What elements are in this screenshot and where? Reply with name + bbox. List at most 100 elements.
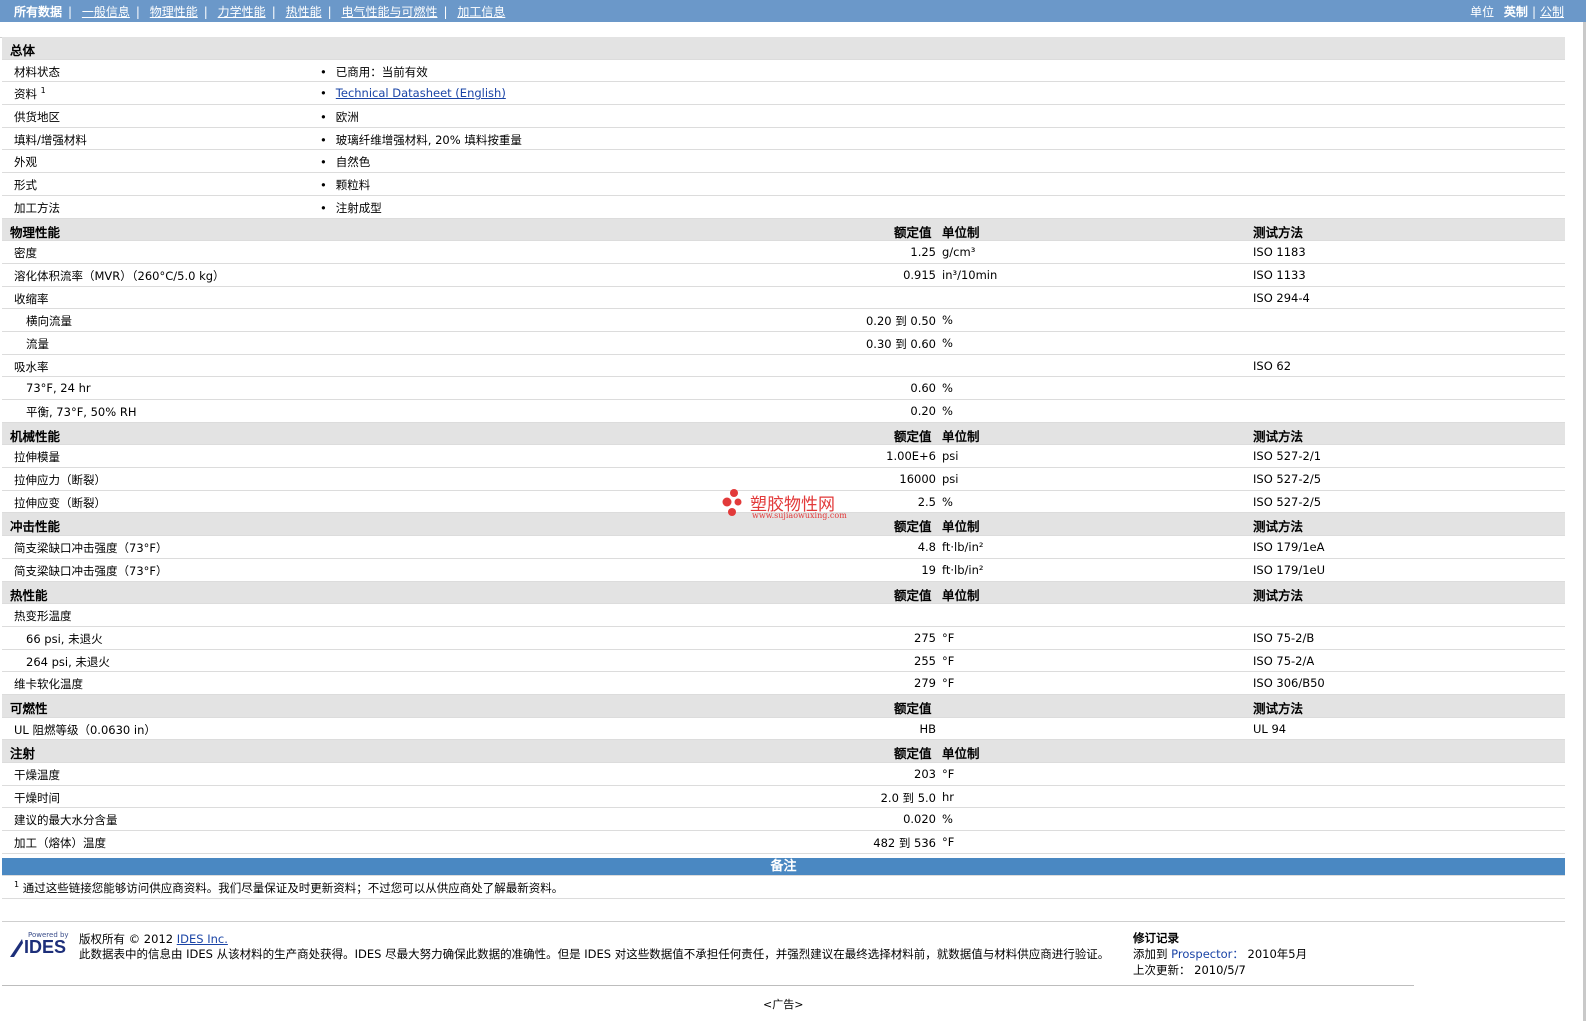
property-name: 干燥温度 — [14, 767, 60, 783]
ides-logo[interactable]: Powered by IDES — [8, 931, 70, 959]
datasheet-link[interactable]: Technical Datasheet (English) — [336, 86, 506, 100]
unit-value: psi — [942, 449, 959, 464]
table-row: 收缩率 ISO 294-4 — [2, 287, 1565, 310]
notes-header: 备注 — [2, 858, 1565, 875]
property-name-text: 加工方法 — [14, 200, 60, 215]
nominal-value: 0.020 — [903, 812, 936, 827]
ad-label: <广告> — [763, 998, 804, 1011]
footnote-marker: 1 — [40, 86, 46, 96]
property-name: 材料状态 — [14, 64, 60, 80]
section-header-general: 总体 — [2, 37, 1565, 60]
nav-processing[interactable]: 加工信息 — [457, 5, 505, 19]
nominal-value: 4.8 — [917, 540, 936, 555]
nav-electrical-flammability[interactable]: 电气性能与可燃性 — [341, 5, 437, 19]
unit-value: g/cm³ — [942, 245, 976, 260]
revision-added-label: 添加到 — [1133, 947, 1168, 961]
property-name-text: 建议的最大水分含量 — [14, 813, 118, 828]
property-name-text: 形式 — [14, 178, 37, 193]
property-name: 加工（熔体）温度 — [14, 835, 106, 851]
property-name-text: 外观 — [14, 155, 37, 170]
property-name-text: 材料状态 — [14, 64, 60, 79]
test-method: ISO 527-2/1 — [1253, 449, 1322, 464]
unit-metric[interactable]: 公制 — [1540, 5, 1564, 19]
revision-updated: 上次更新： 2010/5/7 — [1133, 962, 1246, 978]
unit-switcher: 单位 英制 | 公制 — [1470, 3, 1564, 20]
column-header-unit: 单位制 — [942, 746, 980, 762]
nominal-value: 2.5 — [917, 494, 936, 509]
table-row: 填料/增强材料 玻璃纤维增强材料, 20% 填料按重量 — [2, 128, 1565, 151]
test-method: ISO 294-4 — [1253, 290, 1310, 305]
unit-value: °F — [942, 767, 955, 781]
nav-physical[interactable]: 物理性能 — [150, 5, 198, 19]
revision-added-date: 2010年5月 — [1247, 947, 1308, 961]
section-title: 热性能 — [10, 587, 48, 603]
section-title: 可燃性 — [10, 700, 48, 716]
unit-label: 单位 — [1470, 5, 1495, 19]
table-row: 干燥温度 203 °F — [2, 763, 1565, 786]
table-row: 热变形温度 — [2, 604, 1565, 627]
logo-swoosh-icon — [10, 939, 23, 957]
property-name-text: 收缩率 — [14, 291, 49, 306]
column-header-value: 额定值 — [894, 224, 932, 240]
property-name: 73°F, 24 hr — [26, 381, 91, 395]
unit-value: °F — [942, 653, 955, 668]
unit-value: % — [942, 494, 953, 509]
property-name: 拉伸应变（断裂） — [14, 495, 106, 511]
nav-general-info[interactable]: 一般信息 — [82, 5, 130, 19]
table-row: 加工方法 注射成型 — [2, 196, 1565, 219]
section-title: 机械性能 — [10, 428, 61, 444]
footnote-text: 通过这些链接您能够访问供应商资料。我们尽量保证及时更新资料；不过您可以从供应商处… — [22, 881, 564, 895]
column-header-method: 测试方法 — [1253, 519, 1304, 535]
test-method: ISO 179/1eA — [1253, 540, 1325, 555]
nav-separator: | — [203, 5, 208, 19]
nominal-value: 0.60 — [910, 381, 936, 396]
nominal-value: 0.915 — [903, 267, 936, 282]
table-row: 干燥时间 2.0 到 5.0 hr — [2, 786, 1565, 809]
property-name-text: 维卡软化温度 — [14, 677, 83, 692]
nav-thermal[interactable]: 热性能 — [286, 5, 322, 19]
test-method: ISO 75-2/A — [1253, 653, 1315, 668]
property-name-text: 供货地区 — [14, 110, 60, 125]
property-name: 264 psi, 未退火 — [26, 654, 110, 670]
nav-separator: | — [327, 5, 332, 19]
column-header-value: 额定值 — [894, 428, 932, 444]
nominal-value: 0.20 到 0.50 — [865, 314, 936, 329]
property-name: 维卡软化温度 — [14, 676, 83, 692]
nav-mechanical[interactable]: 力学性能 — [218, 5, 266, 19]
copyright: 版权所有 © 2012 IDES Inc. — [79, 931, 228, 947]
property-name-text: 平衡, 73°F, 50% RH — [26, 405, 137, 419]
column-header-method: 测试方法 — [1253, 587, 1304, 603]
test-method: ISO 179/1eU — [1253, 562, 1326, 577]
column-header-method: 测试方法 — [1253, 428, 1304, 444]
unit-value: % — [942, 313, 953, 328]
property-name: 拉伸应力（断裂） — [14, 472, 106, 488]
nav-all-data[interactable]: 所有数据 — [14, 5, 62, 19]
unit-imperial[interactable]: 英制 — [1504, 5, 1528, 19]
property-value: 颗粒料 — [320, 177, 371, 193]
property-name-text: 拉伸应力（断裂） — [14, 473, 106, 488]
ides-link[interactable]: IDES Inc. — [177, 932, 228, 946]
property-name-text: 热变形温度 — [14, 609, 72, 624]
table-row: 简支梁缺口冲击强度（73°F） 4.8 ft·lb/in² ISO 179/1eA — [2, 536, 1565, 559]
site-watermark: 塑胶物性网 www.sujiaowuxing.com — [720, 488, 860, 522]
test-method: ISO 1133 — [1253, 267, 1306, 282]
column-header-unit: 单位制 — [942, 587, 980, 603]
property-name: 密度 — [14, 245, 37, 261]
property-name: 简支梁缺口冲击强度（73°F） — [14, 563, 168, 579]
table-row: 资料 1 Technical Datasheet (English) — [2, 82, 1565, 106]
property-name: 简支梁缺口冲击强度（73°F） — [14, 540, 168, 556]
property-value-text: 颗粒料 — [335, 178, 371, 193]
nominal-value: HB — [919, 721, 936, 736]
table-row: 维卡软化温度 279 °F ISO 306/B50 — [2, 672, 1565, 695]
property-value-text: 欧洲 — [335, 110, 359, 125]
property-name-text: 横向流量 — [26, 314, 72, 329]
property-name-text: 溶化体积流率（MVR）（260°C/5.0 kg） — [14, 268, 225, 283]
property-name-text: 资料 — [14, 87, 37, 102]
disclaimer: 此数据表中的信息由 IDES 从该材料的生产商处获得。IDES 尽最大努力确保此… — [79, 947, 1110, 961]
table-row: 外观 自然色 — [2, 150, 1565, 174]
table-row: 264 psi, 未退火 255 °F ISO 75-2/A — [2, 650, 1565, 673]
property-value-text: 已商用：当前有效 — [335, 64, 428, 79]
property-name-text: 填料/增强材料 — [14, 132, 87, 147]
divider — [2, 898, 1565, 899]
property-name: 66 psi, 未退火 — [26, 631, 103, 647]
